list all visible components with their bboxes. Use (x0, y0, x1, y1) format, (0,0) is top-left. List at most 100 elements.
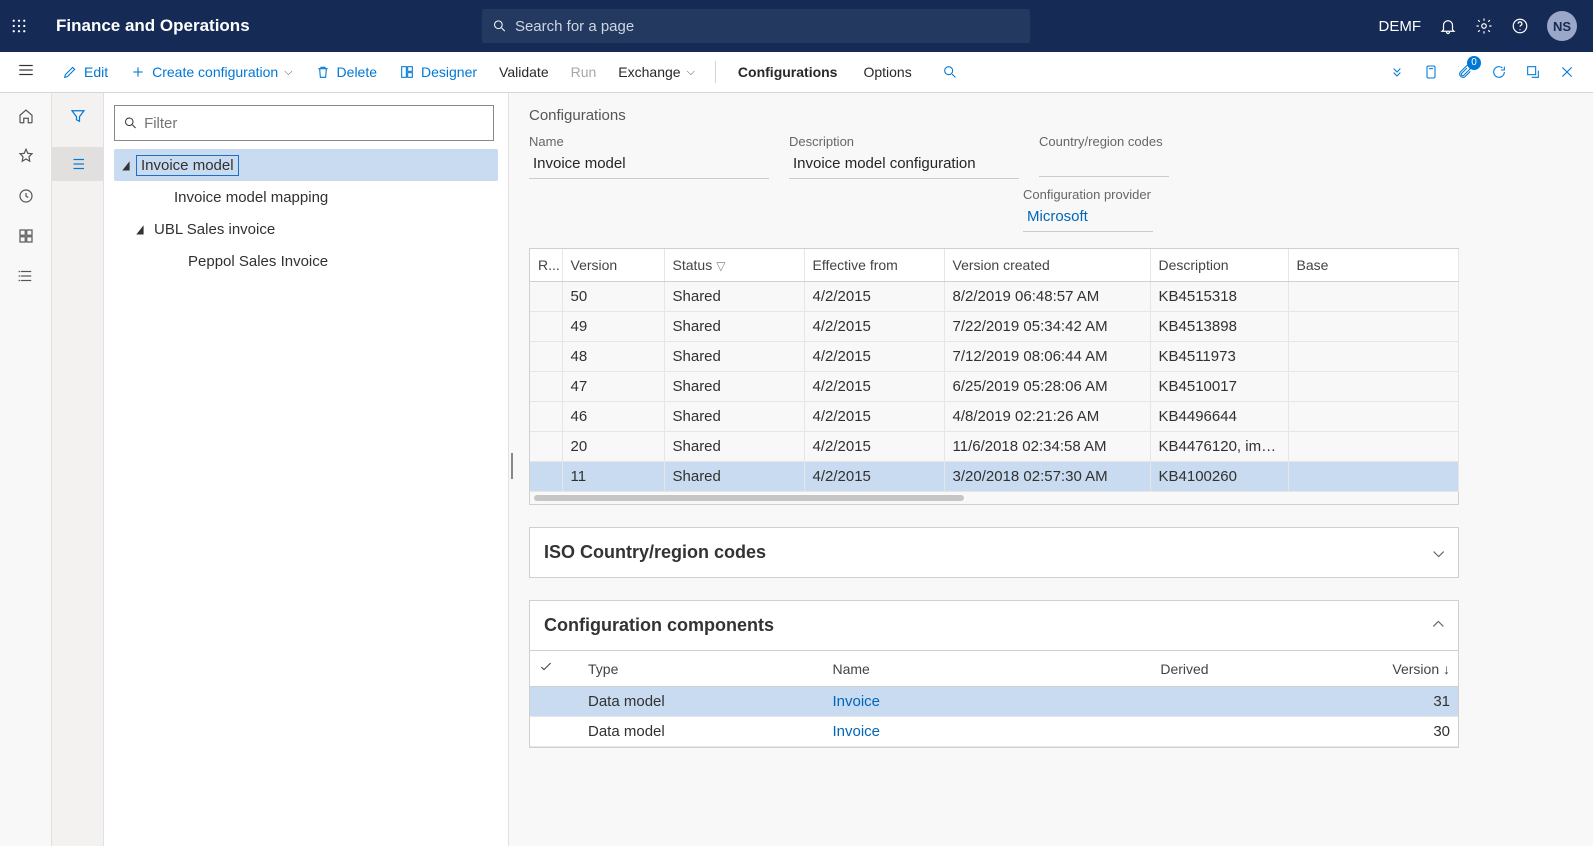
grid-cell[interactable] (1288, 432, 1458, 462)
cell-type[interactable]: Data model (580, 717, 825, 747)
grid-cell[interactable]: 4/8/2019 02:21:26 AM (944, 402, 1150, 432)
cell-version[interactable]: 30 (1375, 717, 1458, 747)
cell-type[interactable]: Data model (580, 687, 825, 717)
cell[interactable] (530, 687, 580, 717)
component-row[interactable]: Data model Invoice 31 (530, 687, 1458, 717)
grid-cell[interactable]: Shared (664, 372, 804, 402)
component-link[interactable]: Invoice (833, 723, 881, 740)
grid-cell[interactable] (1288, 372, 1458, 402)
validate-button[interactable]: Validate (489, 58, 559, 86)
col-description[interactable]: Description (1150, 249, 1288, 282)
components-section-header[interactable]: Configuration components ⌵ (530, 601, 1458, 650)
company-selector[interactable]: DEMF (1379, 18, 1422, 35)
col-effective[interactable]: Effective from (804, 249, 944, 282)
name-value[interactable]: Invoice model (529, 153, 769, 179)
tree-item[interactable]: Peppol Sales Invoice (114, 245, 498, 277)
splitter-handle[interactable] (509, 453, 513, 479)
grid-cell[interactable] (530, 462, 562, 492)
delete-button[interactable]: Delete (305, 58, 387, 86)
grid-cell[interactable] (530, 432, 562, 462)
expand-toggle-icon[interactable]: ◢ (132, 222, 148, 236)
modules-icon[interactable] (17, 267, 35, 285)
grid-cell[interactable]: KB4511973 (1150, 342, 1288, 372)
grid-cell[interactable]: KB4496644 (1150, 402, 1288, 432)
col-version[interactable]: Version ↓ (1375, 651, 1458, 687)
grid-cell[interactable] (530, 312, 562, 342)
app-launcher-icon[interactable] (10, 17, 42, 35)
edit-button[interactable]: Edit (52, 58, 118, 86)
designer-button[interactable]: Designer (389, 58, 487, 86)
grid-cell[interactable] (530, 402, 562, 432)
favorites-icon[interactable] (17, 147, 35, 165)
cell-version[interactable]: 31 (1375, 687, 1458, 717)
grid-cell[interactable]: KB4476120, impo... (1150, 432, 1288, 462)
list-view-icon[interactable] (52, 147, 103, 181)
tab-configurations[interactable]: Configurations (726, 58, 850, 86)
grid-cell[interactable]: 4/2/2015 (804, 312, 944, 342)
grid-cell[interactable]: Shared (664, 342, 804, 372)
grid-cell[interactable]: KB4510017 (1150, 372, 1288, 402)
close-icon[interactable] (1559, 64, 1575, 80)
grid-cell[interactable]: 20 (562, 432, 664, 462)
expand-toggle-icon[interactable]: ◢ (118, 158, 134, 172)
help-icon[interactable] (1511, 17, 1529, 35)
grid-row[interactable]: 20Shared4/2/201511/6/2018 02:34:58 AMKB4… (530, 432, 1458, 462)
user-avatar[interactable]: NS (1547, 11, 1577, 41)
funnel-icon[interactable]: ▽ (716, 259, 725, 273)
tree-filter[interactable] (114, 105, 494, 141)
country-value[interactable] (1039, 153, 1169, 177)
iso-section-header[interactable]: ISO Country/region codes ⌵ (530, 528, 1458, 577)
col-r[interactable]: R... (530, 249, 562, 282)
component-link[interactable]: Invoice (833, 693, 881, 710)
notification-icon[interactable] (1439, 17, 1457, 35)
grid-cell[interactable]: 49 (562, 312, 664, 342)
tree-item[interactable]: ◢UBL Sales invoice (114, 213, 498, 245)
grid-row[interactable]: 48Shared4/2/20157/12/2019 08:06:44 AMKB4… (530, 342, 1458, 372)
grid-cell[interactable]: 7/12/2019 08:06:44 AM (944, 342, 1150, 372)
grid-cell[interactable] (1288, 312, 1458, 342)
grid-cell[interactable]: KB4100260 (1150, 462, 1288, 492)
tab-options[interactable]: Options (851, 58, 923, 86)
grid-cell[interactable]: 7/22/2019 05:34:42 AM (944, 312, 1150, 342)
exchange-button[interactable]: Exchange ⌵ (608, 58, 705, 86)
description-value[interactable]: Invoice model configuration (789, 153, 1019, 179)
grid-cell[interactable]: Shared (664, 282, 804, 312)
grid-cell[interactable]: 6/25/2019 05:28:06 AM (944, 372, 1150, 402)
cell-derived[interactable] (1152, 687, 1374, 717)
col-version[interactable]: Version (562, 249, 664, 282)
grid-cell[interactable]: 8/2/2019 06:48:57 AM (944, 282, 1150, 312)
tree-item[interactable]: Invoice model mapping (114, 181, 498, 213)
grid-cell[interactable]: 11 (562, 462, 664, 492)
gear-icon[interactable] (1475, 17, 1493, 35)
grid-row[interactable]: 49Shared4/2/20157/22/2019 05:34:42 AMKB4… (530, 312, 1458, 342)
global-search[interactable] (482, 9, 1030, 43)
recent-icon[interactable] (17, 187, 35, 205)
grid-cell[interactable]: 4/2/2015 (804, 432, 944, 462)
cell-name[interactable]: Invoice (825, 717, 1153, 747)
grid-cell[interactable] (1288, 282, 1458, 312)
tree-item[interactable]: ◢Invoice model (114, 149, 498, 181)
col-name[interactable]: Name (825, 651, 1153, 687)
grid-row[interactable]: 11Shared4/2/20153/20/2018 02:57:30 AMKB4… (530, 462, 1458, 492)
grid-cell[interactable]: Shared (664, 312, 804, 342)
cell[interactable] (530, 717, 580, 747)
col-created[interactable]: Version created (944, 249, 1150, 282)
grid-cell[interactable]: 11/6/2018 02:34:58 AM (944, 432, 1150, 462)
col-type[interactable]: Type (580, 651, 825, 687)
grid-cell[interactable] (1288, 462, 1458, 492)
col-status[interactable]: Status▽ (664, 249, 804, 282)
popout-icon[interactable] (1525, 64, 1541, 80)
grid-row[interactable]: 50Shared4/2/20158/2/2019 06:48:57 AMKB45… (530, 282, 1458, 312)
grid-cell[interactable]: 50 (562, 282, 664, 312)
grid-cell[interactable]: 4/2/2015 (804, 282, 944, 312)
search-input[interactable] (515, 18, 1020, 35)
personalize-icon[interactable] (1389, 64, 1405, 80)
grid-cell[interactable]: 4/2/2015 (804, 372, 944, 402)
grid-cell[interactable] (530, 372, 562, 402)
grid-row[interactable]: 47Shared4/2/20156/25/2019 05:28:06 AMKB4… (530, 372, 1458, 402)
page-options-icon[interactable] (1423, 64, 1439, 80)
grid-cell[interactable]: 3/20/2018 02:57:30 AM (944, 462, 1150, 492)
refresh-icon[interactable] (1491, 64, 1507, 80)
grid-cell[interactable]: Shared (664, 402, 804, 432)
grid-cell[interactable] (1288, 342, 1458, 372)
